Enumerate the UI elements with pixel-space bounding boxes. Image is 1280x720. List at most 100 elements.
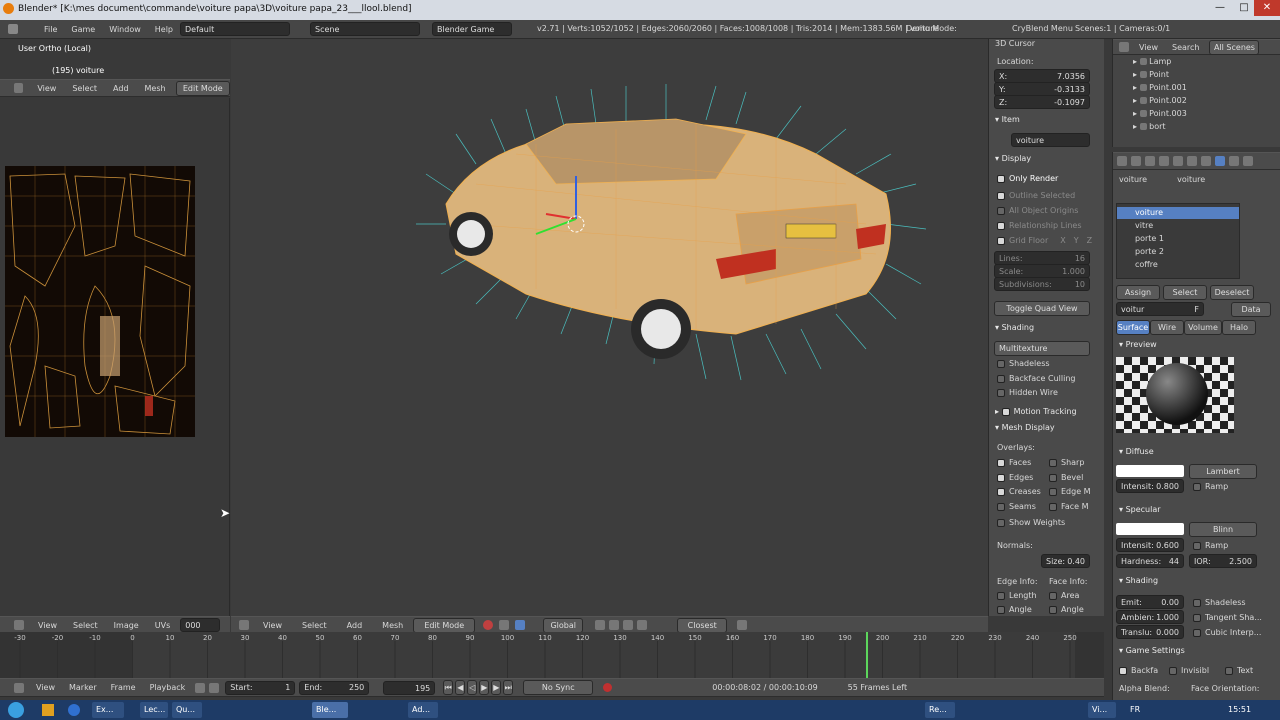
seams-checkbox[interactable]: Seams — [997, 502, 1036, 511]
diffuse-ramp-checkbox[interactable]: Ramp — [1193, 482, 1228, 491]
cursor-z-field[interactable]: Z: -0.1097 — [994, 95, 1090, 109]
taskbar-item[interactable]: Ad... — [408, 702, 438, 718]
emit-field[interactable]: Emit: 0.00 — [1116, 595, 1184, 609]
texture-tab-icon[interactable] — [1229, 156, 1239, 166]
specular-section[interactable]: ▾ Specular — [1119, 503, 1161, 517]
clock[interactable]: 15:51 — [1228, 705, 1251, 714]
shadeless-mat-checkbox[interactable]: Shadeless — [1193, 598, 1246, 607]
start-button-icon[interactable] — [8, 702, 24, 718]
diffuse-color-swatch[interactable] — [1116, 465, 1184, 477]
tab-volume[interactable]: Volume — [1184, 320, 1222, 335]
info-editor-icon[interactable] — [8, 24, 18, 34]
outliner-type-icon[interactable] — [1119, 42, 1129, 52]
taskbar-item-blender[interactable]: Ble... — [312, 702, 348, 718]
grid-subdivisions-field[interactable]: Subdivisions: 10 — [994, 277, 1090, 291]
cryblend-menu[interactable]: CryBlend Menu — [1012, 24, 1073, 33]
scene-tab-icon[interactable] — [1131, 156, 1141, 166]
pivot-icon[interactable] — [499, 620, 510, 630]
ior-field[interactable]: IOR: 2.500 — [1189, 554, 1257, 568]
next-key-button[interactable]: ▶ — [491, 680, 502, 695]
sharp-checkbox[interactable]: Sharp — [1049, 458, 1084, 467]
uv-bottom-uvs[interactable]: UVs — [155, 621, 171, 630]
material-name-field[interactable]: voitur F — [1116, 302, 1204, 316]
jump-start-button[interactable]: ⏮ — [443, 680, 454, 695]
orientation-select[interactable]: Global — [543, 617, 584, 633]
outliner-menu-view[interactable]: View — [1139, 43, 1158, 52]
specular-intensity-field[interactable]: Intensit: 0.600 — [1116, 538, 1184, 552]
tab-wire[interactable]: Wire — [1150, 320, 1184, 335]
menu-file[interactable]: File — [44, 25, 57, 34]
engine-select[interactable]: Blender Game — [432, 22, 512, 36]
record-icon[interactable] — [603, 683, 613, 692]
outliner-item[interactable]: ▸ Point.002 — [1133, 94, 1280, 107]
outliner-item[interactable]: ▸ Point.001 — [1133, 81, 1280, 94]
cursor-y-field[interactable]: Y: -0.3133 — [994, 82, 1090, 96]
close-button[interactable]: ✕ — [1254, 0, 1280, 16]
uv-menu-add[interactable]: Add — [113, 84, 129, 93]
face-marks-checkbox[interactable]: Face M — [1049, 502, 1089, 511]
prev-key-button[interactable]: ◀ — [455, 680, 466, 695]
language-indicator[interactable]: FR — [1130, 705, 1140, 714]
maximize-button[interactable]: □ — [1232, 0, 1256, 16]
normals-size-field[interactable]: Size: 0.40 — [1041, 554, 1090, 568]
shading-icon[interactable] — [483, 620, 494, 630]
uv-bottom-image[interactable]: Image — [114, 621, 139, 630]
timeline-menu-marker[interactable]: Marker — [69, 683, 97, 692]
grid-scale-field[interactable]: Scale: 1.000 — [994, 264, 1090, 278]
hidden-wire-checkbox[interactable]: Hidden Wire — [997, 388, 1058, 397]
shading-mode-select[interactable]: Multitexture — [994, 341, 1090, 356]
edge-marks-checkbox[interactable]: Edge M — [1049, 487, 1091, 496]
mode-select[interactable]: Edit Mode — [175, 80, 230, 96]
tab-halo[interactable]: Halo — [1222, 320, 1256, 335]
grid-lines-field[interactable]: Lines: 16 — [994, 251, 1090, 265]
timeline-menu-frame[interactable]: Frame — [111, 683, 136, 692]
text-checkbox[interactable]: Text — [1225, 666, 1253, 675]
edges-checkbox[interactable]: Edges — [997, 473, 1033, 482]
outliner-menu-search[interactable]: Search — [1172, 43, 1199, 52]
outliner-filter-select[interactable]: All Scenes — [1209, 39, 1260, 55]
data-tab-icon[interactable] — [1201, 156, 1211, 166]
taskbar-item[interactable]: Ex... — [92, 702, 124, 718]
material-slot-item[interactable]: porte 1 — [1117, 232, 1239, 245]
play-reverse-button[interactable]: ◁ — [467, 680, 478, 695]
taskbar-item[interactable]: Vi... — [1088, 702, 1116, 718]
material-slot-item[interactable]: coffre — [1117, 258, 1239, 271]
mesh-display-section[interactable]: ▾ Mesh Display — [995, 421, 1055, 435]
diffuse-shader-select[interactable]: Lambert — [1189, 464, 1257, 479]
backface-game-checkbox[interactable]: Backfa — [1119, 666, 1158, 675]
cursor-x-field[interactable]: X: 7.0356 — [994, 69, 1090, 83]
select-button[interactable]: Select — [1163, 285, 1207, 300]
uv-menu-select[interactable]: Select — [72, 84, 97, 93]
backface-culling-checkbox[interactable]: Backface Culling — [997, 374, 1075, 383]
material-data-select[interactable]: Data — [1231, 302, 1271, 317]
show-weights-checkbox[interactable]: Show Weights — [997, 518, 1065, 527]
render-tab-icon[interactable] — [1117, 156, 1127, 166]
relationship-lines-checkbox[interactable]: Relationship Lines — [997, 221, 1082, 230]
area-checkbox[interactable]: Area — [1049, 591, 1079, 600]
all-origins-checkbox[interactable]: All Object Origins — [997, 206, 1078, 215]
material-slot-item[interactable]: vitre — [1117, 219, 1239, 232]
deselect-button[interactable]: Deselect — [1210, 285, 1254, 300]
menu-help[interactable]: Help — [155, 25, 173, 34]
demo-mode-label[interactable]: Demo Mode: — [906, 24, 957, 33]
length-checkbox[interactable]: Length — [997, 591, 1037, 600]
taskbar-item[interactable]: Re... — [925, 702, 955, 718]
menu-window[interactable]: Window — [109, 25, 141, 34]
diffuse-section[interactable]: ▾ Diffuse — [1119, 445, 1154, 459]
viewport-mode-select[interactable]: Edit Mode — [413, 617, 476, 633]
hardness-field[interactable]: Hardness: 44 — [1116, 554, 1184, 568]
faces-checkbox[interactable]: Faces — [997, 458, 1031, 467]
timeline-menu-view[interactable]: View — [36, 683, 55, 692]
taskbar-item[interactable]: Lec... — [140, 702, 168, 718]
current-frame-field[interactable]: 195 — [383, 680, 436, 695]
image-field[interactable]: 000 — [180, 618, 221, 632]
taskbar-item[interactable]: Qu... — [172, 702, 202, 718]
uv-canvas[interactable]: ➤ — [0, 98, 230, 616]
viewport-editor-type-icon[interactable] — [239, 620, 249, 630]
tab-surface[interactable]: Surface — [1116, 320, 1150, 335]
motion-tracking-section[interactable]: ▸ Motion Tracking — [995, 405, 1077, 419]
face-select-icon[interactable] — [623, 620, 634, 630]
translucency-field[interactable]: Translu: 0.000 — [1116, 625, 1184, 639]
constraints-tab-icon[interactable] — [1173, 156, 1183, 166]
preview-section[interactable]: ▾ Preview — [1119, 338, 1157, 352]
